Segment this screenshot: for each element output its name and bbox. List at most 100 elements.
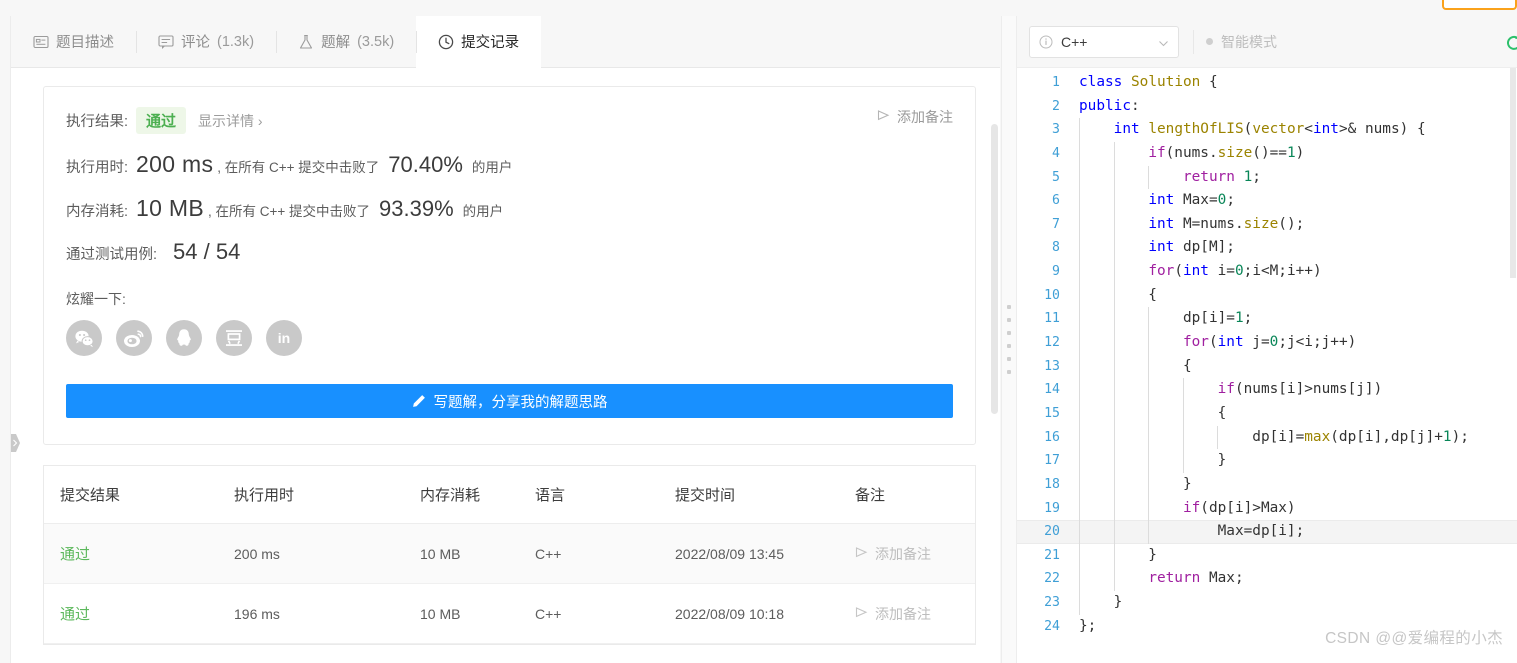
code-line: 18 }: [1017, 472, 1517, 497]
add-note-button[interactable]: 添加备注: [877, 107, 953, 127]
code-text: {: [1079, 404, 1227, 421]
line-number: 10: [1044, 287, 1060, 303]
row-add-note-button[interactable]: 添加备注: [855, 544, 975, 564]
status-dot-icon: [1206, 38, 1213, 45]
indent-guide: [1113, 378, 1115, 402]
tab-1[interactable]: 题目描述: [11, 16, 136, 67]
code-line: 4 if(nums.size()==1): [1017, 141, 1517, 166]
indent-guide: [1079, 118, 1080, 142]
indent-guide: [1113, 472, 1115, 497]
tab-3[interactable]: 题解 (3.5k): [276, 16, 416, 67]
indent-guide: [1217, 425, 1219, 450]
indent-guide: [1148, 472, 1150, 497]
indent-guide: [1079, 496, 1080, 521]
line-number: 1: [1052, 75, 1060, 90]
show-detail-link[interactable]: 显示详情 ›: [198, 111, 263, 131]
line-number: 11: [1044, 311, 1060, 327]
line-number: 3: [1052, 122, 1060, 138]
runtime-mid-text: , 在所有 C++ 提交中击败了: [217, 160, 380, 175]
line-number: 4: [1052, 145, 1060, 161]
left-panel-scrollbar[interactable]: [991, 124, 998, 414]
code-text: int lengthOfLIS(vector<int>& nums) {: [1113, 121, 1426, 138]
runtime-row: 执行用时: 200 ms , 在所有 C++ 提交中击败了 70.40% 的用户: [66, 151, 953, 178]
code-line: 14 if(nums[i]>nums[j]): [1017, 378, 1517, 402]
reset-code-icon[interactable]: [1505, 34, 1517, 52]
handle-dot: [1007, 370, 1011, 374]
indent-guide: [1113, 236, 1115, 261]
indent-guide: [1079, 283, 1080, 308]
indent-guide: [1148, 165, 1150, 190]
indent-guide: [1079, 331, 1080, 355]
indent-guide: [1182, 401, 1184, 426]
handle-dot: [1007, 318, 1011, 322]
column-header-4: 语言: [535, 466, 675, 524]
panel-collapse-handle[interactable]: [11, 434, 20, 452]
indent-guide: [1113, 189, 1115, 213]
row-verdict[interactable]: 通过: [60, 606, 90, 623]
row-verdict[interactable]: 通过: [60, 546, 90, 563]
row-add-note-button[interactable]: 添加备注: [855, 604, 975, 624]
smart-mode-label: 智能模式: [1221, 33, 1277, 50]
flask-icon: [298, 34, 314, 50]
write-solution-label: 写题解，分享我的解题思路: [433, 394, 608, 411]
code-scrollbar[interactable]: [1510, 68, 1516, 278]
qq-share-icon[interactable]: [166, 320, 202, 356]
line-number: 22: [1044, 571, 1060, 587]
code-text: return Max;: [1148, 570, 1244, 587]
add-note-label: 添加备注: [897, 109, 953, 125]
tab-label: 提交记录: [461, 35, 520, 51]
smart-mode-toggle[interactable]: 智能模式: [1193, 29, 1277, 54]
indent-guide: [1113, 520, 1115, 544]
indent-guide: [1079, 520, 1080, 544]
tab-4[interactable]: 提交记录: [416, 16, 542, 68]
panel-resize-handle[interactable]: [1001, 16, 1017, 663]
indent-guide: [1148, 307, 1150, 332]
code-text: dp[i]=1;: [1079, 310, 1253, 327]
indent-guide: [1079, 401, 1080, 426]
tab-2[interactable]: 评论 (1.3k): [136, 16, 276, 67]
code-line: 22 return Max;: [1017, 567, 1517, 592]
column-header-1: 提交结果: [44, 466, 234, 524]
code-editor-panel: C++ 智能模式 1 class Solution {2 public: 3 int …: [1017, 16, 1517, 663]
line-number: 9: [1052, 264, 1060, 280]
handle-dot: [1007, 357, 1011, 361]
column-header-5: 提交时间: [675, 466, 855, 524]
code-text: if(nums.size()==1): [1148, 144, 1305, 161]
indent-guide: [1079, 449, 1080, 473]
row-language: C++: [535, 583, 675, 644]
code-line: 5 return 1;: [1017, 165, 1517, 190]
indent-guide: [1148, 496, 1150, 521]
code-area[interactable]: 1 class Solution {2 public: 3 int lengthOfL…: [1017, 68, 1517, 663]
tab-bar: 题目描述 评论 (1.3k) 题解 (3.5k) 提交记录: [11, 16, 1000, 68]
language-selector[interactable]: C++: [1029, 25, 1179, 58]
verdict-badge: 通过: [136, 107, 187, 134]
indent-guide: [1182, 425, 1184, 450]
wechat-share-icon[interactable]: [66, 320, 102, 356]
row-language: C++: [535, 523, 675, 584]
handle-dot: [1007, 305, 1011, 309]
info-icon: [1039, 35, 1053, 49]
code-line: 16 dp[i]=max(dp[i],dp[j]+1);: [1017, 425, 1517, 450]
code-line: 23 }: [1017, 591, 1517, 615]
weibo-share-icon[interactable]: [116, 320, 152, 356]
table-row[interactable]: 通过 196 ms 10 MB C++ 2022/08/09 10:18 添加备注: [44, 583, 975, 644]
line-number: 14: [1044, 382, 1060, 398]
code-text: if(nums[i]>nums[j]): [1217, 381, 1383, 398]
table-row[interactable]: 通过 200 ms 10 MB C++ 2022/08/09 13:45 添加备注: [44, 523, 975, 584]
submit-button-stub[interactable]: [1442, 0, 1517, 10]
line-number: 2: [1052, 98, 1060, 114]
line-number: 12: [1044, 335, 1060, 351]
write-solution-button[interactable]: 写题解，分享我的解题思路: [66, 384, 953, 418]
indent-guide: [1113, 307, 1115, 332]
indent-guide: [1079, 591, 1080, 615]
line-number: 15: [1044, 405, 1060, 421]
code-line: 10 {: [1017, 283, 1517, 308]
indent-guide: [1113, 567, 1115, 592]
runtime-percentile: 70.40%: [388, 152, 463, 177]
linkedin-share-icon[interactable]: in: [266, 320, 302, 356]
line-number: 17: [1044, 453, 1060, 469]
testcases-label: 通过测试用例:: [66, 247, 158, 263]
indent-guide: [1113, 425, 1115, 450]
indent-guide: [1113, 449, 1115, 473]
douban-share-icon[interactable]: [216, 320, 252, 356]
